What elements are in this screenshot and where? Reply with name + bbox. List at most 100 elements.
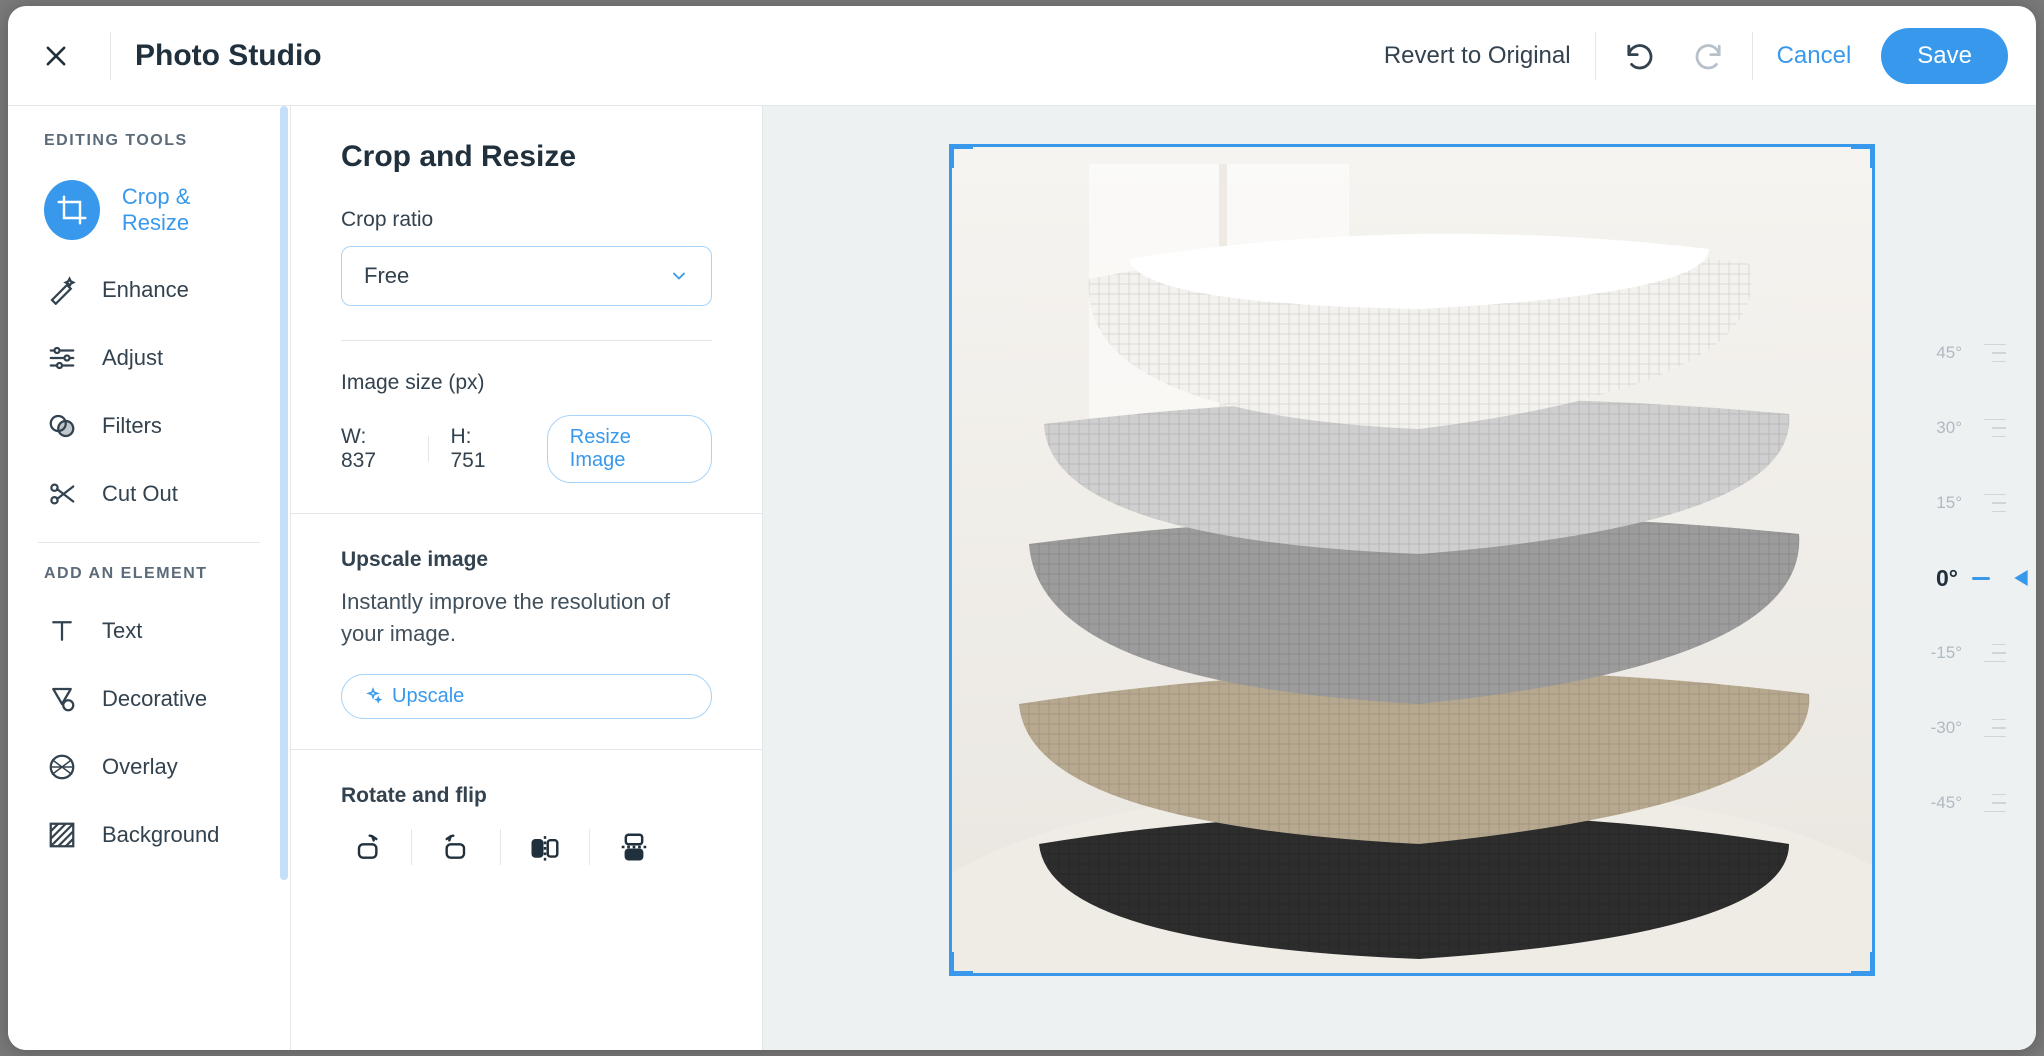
ruler-ticks	[1974, 719, 2006, 738]
sidebar-item-overlay[interactable]: Overlay	[8, 733, 290, 801]
flip-v-icon	[619, 830, 649, 864]
sidebar-heading-elements: ADD AN ELEMENT	[8, 565, 290, 597]
height-display: H: 751	[450, 425, 510, 473]
ruler-caret-icon	[2014, 570, 2028, 586]
cancel-button[interactable]: Cancel	[1777, 42, 1852, 70]
overlay-icon	[44, 749, 80, 785]
ruler-center-mark	[1972, 577, 1990, 580]
sidebar-item-text[interactable]: Text	[8, 597, 290, 665]
sidebar-item-label: Overlay	[102, 754, 178, 780]
sidebar-scrollbar[interactable]	[278, 106, 290, 1050]
sidebar-item-decorative[interactable]: Decorative	[8, 665, 290, 733]
ruler-ticks	[1974, 494, 2006, 513]
rotate-ccw-button[interactable]	[430, 826, 482, 868]
ruler-ticks	[1974, 644, 2006, 663]
rotate-section: Rotate and flip	[291, 749, 762, 898]
sidebar-item-label: Cut Out	[102, 481, 178, 507]
divider	[38, 542, 260, 543]
topbar: Photo Studio Revert to Original Cancel S…	[8, 6, 2036, 106]
ruler-ticks	[1974, 794, 2006, 813]
sidebar-item-label: Enhance	[102, 277, 189, 303]
divider	[428, 436, 429, 462]
divider	[1595, 32, 1596, 80]
sidebar-item-label: Decorative	[102, 686, 207, 712]
save-button[interactable]: Save	[1881, 28, 2008, 84]
sidebar-item-filters[interactable]: Filters	[8, 392, 290, 460]
body: EDITING TOOLS Crop & Resize Enhance Adju…	[8, 106, 2036, 1050]
ruler-label: 15°	[1910, 493, 1962, 513]
rotate-flip-row	[341, 826, 712, 868]
ruler-label: 30°	[1910, 418, 1962, 438]
undo-button[interactable]	[1620, 36, 1660, 76]
ruler-center-label: 0°	[1906, 565, 1958, 592]
panel-title: Crop and Resize	[341, 140, 712, 174]
sidebar-item-label: Adjust	[102, 345, 163, 371]
ruler-center[interactable]: 0°	[1906, 568, 2006, 588]
filters-icon	[44, 408, 80, 444]
divider	[1752, 32, 1753, 80]
sidebar-item-background[interactable]: Background	[8, 801, 290, 869]
rotate-cw-icon	[351, 831, 383, 863]
adjust-icon	[44, 340, 80, 376]
crop-ratio-select[interactable]: Free	[341, 246, 712, 306]
upscale-title: Upscale image	[341, 548, 712, 572]
scrollbar-thumb[interactable]	[280, 106, 288, 880]
resize-image-button[interactable]: Resize Image	[547, 415, 712, 483]
topbar-actions: Revert to Original Cancel Save	[1384, 28, 2008, 84]
rotate-title: Rotate and flip	[341, 784, 712, 808]
rotate-ccw-icon	[440, 831, 472, 863]
image-size-row: W: 837 H: 751 Resize Image	[341, 415, 712, 483]
revert-button[interactable]: Revert to Original	[1384, 42, 1571, 70]
upscale-button-label: Upscale	[392, 685, 464, 708]
crop-ratio-value: Free	[364, 263, 409, 289]
divider	[589, 829, 590, 865]
redo-icon	[1691, 42, 1725, 70]
sparkle-icon	[364, 687, 382, 705]
sidebar-item-label: Filters	[102, 413, 162, 439]
settings-panel: Crop and Resize Crop ratio Free Image si…	[291, 106, 763, 1050]
crop-ratio-label: Crop ratio	[341, 208, 712, 232]
preview-image	[949, 144, 1875, 976]
upscale-button[interactable]: Upscale	[341, 674, 712, 719]
crop-section: Crop and Resize Crop ratio Free Image si…	[291, 106, 762, 513]
divider	[411, 829, 412, 865]
upscale-description: Instantly improve the resolution of your…	[341, 586, 712, 650]
divider	[110, 32, 111, 80]
sidebar-item-label: Crop & Resize	[122, 184, 254, 236]
app-title: Photo Studio	[135, 39, 322, 73]
upscale-section: Upscale image Instantly improve the reso…	[291, 513, 762, 749]
background-icon	[44, 817, 80, 853]
sidebar: EDITING TOOLS Crop & Resize Enhance Adju…	[8, 106, 291, 1050]
ruler-label: -30°	[1910, 718, 1962, 738]
flip-vertical-button[interactable]	[608, 826, 660, 868]
redo-button	[1688, 36, 1728, 76]
photo-studio-window: Photo Studio Revert to Original Cancel S…	[8, 6, 2036, 1050]
rotate-cw-button[interactable]	[341, 826, 393, 868]
divider	[500, 829, 501, 865]
crop-icon	[44, 180, 100, 240]
sidebar-item-adjust[interactable]: Adjust	[8, 324, 290, 392]
sidebar-heading-tools: EDITING TOOLS	[8, 132, 290, 164]
sidebar-item-crop-resize[interactable]: Crop & Resize	[8, 164, 290, 256]
ruler-label: -15°	[1910, 643, 1962, 663]
cutout-icon	[44, 476, 80, 512]
sidebar-item-label: Text	[102, 618, 142, 644]
text-icon	[44, 613, 80, 649]
image-preview[interactable]	[949, 144, 1875, 976]
rotation-ruler[interactable]: 45° 30° 15° 0° -15° -30° -45°	[1906, 343, 2006, 813]
enhance-icon	[44, 272, 80, 308]
close-button[interactable]	[26, 26, 86, 86]
image-size-label: Image size (px)	[341, 371, 712, 395]
sidebar-item-label: Background	[102, 822, 219, 848]
canvas-area[interactable]: 45° 30° 15° 0° -15° -30° -45°	[763, 106, 2036, 1050]
flip-horizontal-button[interactable]	[519, 826, 571, 868]
width-display: W: 837	[341, 425, 406, 473]
ruler-ticks	[1974, 344, 2006, 363]
close-icon	[42, 42, 70, 70]
undo-icon	[1623, 42, 1657, 70]
ruler-label: 45°	[1910, 343, 1962, 363]
chevron-down-icon	[669, 266, 689, 286]
ruler-ticks	[1974, 419, 2006, 438]
sidebar-item-enhance[interactable]: Enhance	[8, 256, 290, 324]
sidebar-item-cutout[interactable]: Cut Out	[8, 460, 290, 528]
